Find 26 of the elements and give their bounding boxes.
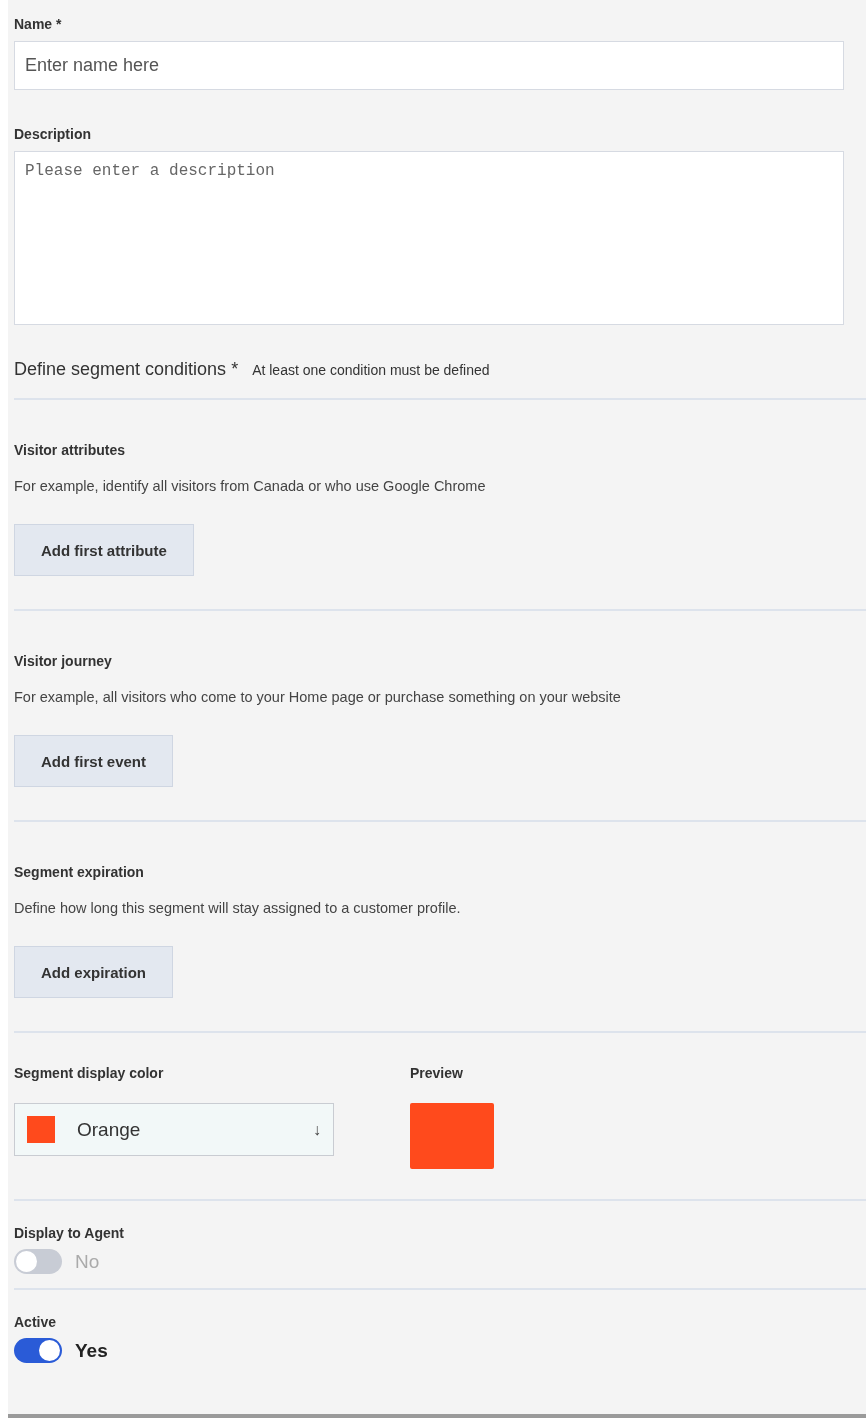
add-button[interactable]: Add first event: [14, 735, 173, 787]
toggle-label: Active: [14, 1314, 58, 1330]
section-description: For example, all visitors who come to your Home page or purchase something on your website: [14, 689, 622, 705]
preview-label: Preview: [410, 1065, 464, 1081]
section-title: Visitor journey: [14, 653, 113, 669]
toggle-state: Yes: [75, 1339, 108, 1362]
description-label: Description: [14, 126, 92, 142]
section-description: For example, identify all visitors from Canada or who use Google Chrome: [14, 478, 487, 494]
color-label: Segment display color: [14, 1065, 165, 1081]
name-label: Name *: [14, 16, 63, 32]
toggle-switch[interactable]: [14, 1338, 62, 1363]
color-select[interactable]: Orange ↓: [14, 1103, 334, 1156]
add-button[interactable]: Add expiration: [14, 946, 173, 998]
section-description: Define how long this segment will stay assigned to a customer profile.: [14, 900, 462, 916]
name-field[interactable]: Enter name here: [14, 41, 844, 90]
conditions-title: Define segment conditions *: [14, 359, 239, 380]
dropdown-arrow: ↓: [313, 1120, 321, 1139]
toggle-switch[interactable]: [14, 1249, 62, 1274]
color-value: Orange: [77, 1118, 142, 1141]
section-title: Segment expiration: [14, 864, 145, 880]
section-title: Visitor attributes: [14, 442, 126, 458]
toggle-state: No: [75, 1250, 100, 1273]
description-field[interactable]: Please enter a description: [14, 151, 844, 325]
toggle-label: Display to Agent: [14, 1225, 125, 1241]
conditions-hint: At least one condition must be defined: [252, 362, 490, 378]
add-button[interactable]: Add first attribute: [14, 524, 194, 576]
